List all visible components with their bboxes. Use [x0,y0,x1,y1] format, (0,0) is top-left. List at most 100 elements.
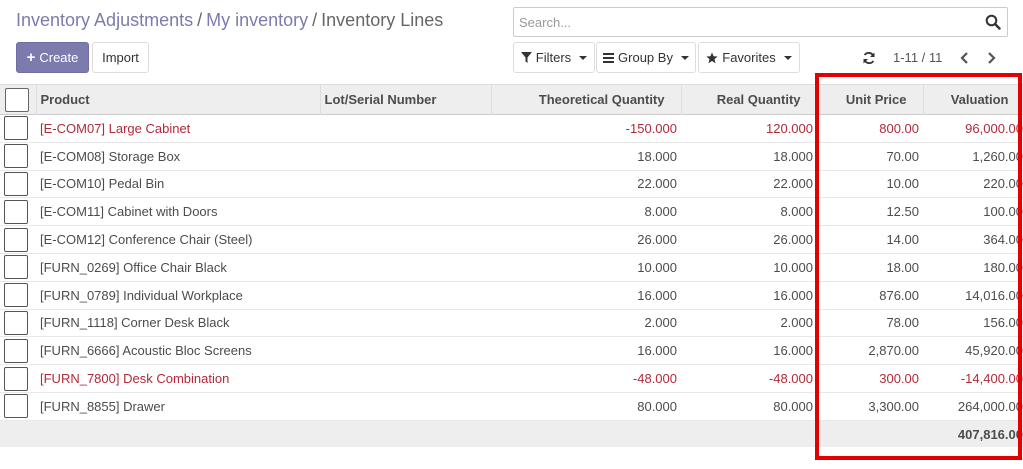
search-icon[interactable] [985,14,1003,32]
row-checkbox[interactable] [4,310,28,335]
import-button-label: Import [102,50,139,65]
theoretical-quantity-cell: 8.000 [644,204,677,220]
column-header-product[interactable]: Product [36,84,321,115]
theoretical-quantity-cell: 10.000 [637,259,677,275]
breadcrumb: Inventory Adjustments / My inventory / Inven… [16,10,443,31]
unit-price-cell: 800.00 [879,120,919,136]
lot-cell [320,226,491,254]
chevron-down-icon [579,55,588,60]
groupby-dropdown[interactable]: Group By [596,42,696,73]
pager-value[interactable]: 1-11 / 11 [893,42,942,73]
valuation-cell: 96,000.00 [965,120,1023,136]
theoretical-quantity-cell: 2.000 [644,315,677,331]
chevron-down-icon [680,55,689,60]
breadcrumb-my-inventory[interactable]: My inventory [206,10,308,30]
filters-label: Filters [535,50,572,65]
product-cell: [FURN_1118] Corner Desk Black [40,315,230,331]
unit-price-cell: 18.00 [886,259,919,275]
groupby-label: Group By [618,50,673,65]
create-button[interactable]: + Create [16,42,89,73]
footer-cell [817,420,923,447]
chevron-right-icon[interactable] [987,42,1003,73]
table-header-row: Product Lot/Serial Number Theoretical Qu… [0,84,1023,115]
breadcrumb-inventory-adjustments[interactable]: Inventory Adjustments [16,10,193,30]
row-select-cell [0,253,36,281]
create-button-label: Create [39,50,79,65]
valuation-cell: 156.00 [983,315,1023,331]
row-checkbox[interactable] [4,255,28,280]
real-quantity-cell: 10.000 [773,259,813,275]
column-header-valuation[interactable]: Valuation [923,84,1023,115]
unit-price-cell: 2,870.00 [868,343,919,359]
lot-cell [320,142,491,170]
unit-price-cell: 300.00 [879,371,919,387]
filter-icon [520,52,532,63]
filters-dropdown[interactable]: Filters [513,42,595,73]
column-header-lot[interactable]: Lot/Serial Number [320,84,492,115]
table-row[interactable]: [FURN_1118] Corner Desk Black 2.000 2.000 7… [0,309,1023,337]
lot-cell [320,253,491,281]
unit-price-cell: 14.00 [886,232,919,248]
row-select-cell [0,392,36,420]
favorites-dropdown[interactable]: Favorites [698,42,800,73]
table-row[interactable]: [E-COM11] Cabinet with Doors 8.000 8.000 12… [0,198,1023,226]
search-box [513,7,1008,37]
column-header-real-quantity[interactable]: Real Quantity [681,84,818,115]
favorites-label: Favorites [722,50,776,65]
row-checkbox[interactable] [4,283,28,308]
row-checkbox[interactable] [4,199,28,224]
row-checkbox[interactable] [4,116,28,141]
list-icon [603,52,615,63]
reload-icon[interactable] [862,42,880,73]
breadcrumb-separator: / [197,10,203,30]
theoretical-quantity-cell: 26.000 [637,232,677,248]
table-row[interactable]: [E-COM07] Large Cabinet -150.000 120.000 80… [0,115,1023,143]
footer-cell [36,420,320,447]
product-cell: [FURN_7800] Desk Combination [40,371,230,387]
chevron-down-icon [783,55,792,60]
real-quantity-cell: 22.000 [773,176,813,192]
valuation-cell: 1,260.00 [972,148,1023,164]
table-row[interactable]: [E-COM08] Storage Box 18.000 18.000 70.00 1,… [0,142,1023,171]
product-cell: [E-COM10] Pedal Bin [40,176,165,192]
table-row[interactable]: [E-COM12] Conference Chair (Steel) 26.000… [0,226,1023,254]
row-checkbox[interactable] [4,366,28,391]
valuation-cell: 14,016.00 [965,287,1023,303]
import-button[interactable]: Import [92,42,149,73]
row-select-cell [0,170,36,198]
table-row[interactable]: [FURN_0789] Individual Workplace 16.000 16… [0,281,1023,310]
product-cell: [FURN_0269] Office Chair Black [40,259,227,275]
select-all-checkbox[interactable] [5,87,29,112]
table-footer-row: 407,816.00 [0,420,1023,448]
real-quantity-cell: 18.000 [773,148,813,164]
lot-cell [320,281,491,309]
product-cell: [FURN_6666] Acoustic Bloc Screens [40,343,252,359]
search-input[interactable] [514,8,974,36]
footer-cell [491,420,681,447]
row-select-cell [0,365,36,393]
unit-price-cell: 12.50 [886,204,919,220]
footer-cell [0,420,36,447]
row-checkbox[interactable] [4,394,28,419]
row-checkbox[interactable] [4,144,28,169]
theoretical-quantity-cell: -48.000 [632,371,677,387]
row-checkbox[interactable] [4,338,28,363]
chevron-left-icon[interactable] [959,42,975,73]
footer-cell [320,420,491,447]
column-header-theoretical-quantity[interactable]: Theoretical Quantity [491,84,682,115]
real-quantity-cell: 16.000 [773,287,813,303]
lot-cell [320,337,491,365]
real-quantity-cell: 16.000 [773,343,813,359]
table-row[interactable]: [E-COM10] Pedal Bin 22.000 22.000 10.00 220.… [0,170,1023,198]
valuation-cell: -14,400.00 [960,371,1023,387]
table-row[interactable]: [FURN_6666] Acoustic Bloc Screens 16.000 1… [0,337,1023,365]
table-row[interactable]: [FURN_0269] Office Chair Black 10.000 10.0… [0,253,1023,282]
table-row[interactable]: [FURN_8855] Drawer 80.000 80.000 3,300.00 26… [0,392,1023,421]
row-checkbox[interactable] [4,171,28,196]
unit-price-cell: 70.00 [886,148,919,164]
row-select-cell [0,198,36,226]
row-checkbox[interactable] [4,227,28,252]
table-row[interactable]: [FURN_7800] Desk Combination -48.000 -48.0… [0,365,1023,393]
column-header-unit-price[interactable]: Unit Price [817,84,924,115]
real-quantity-cell: 26.000 [773,232,813,248]
